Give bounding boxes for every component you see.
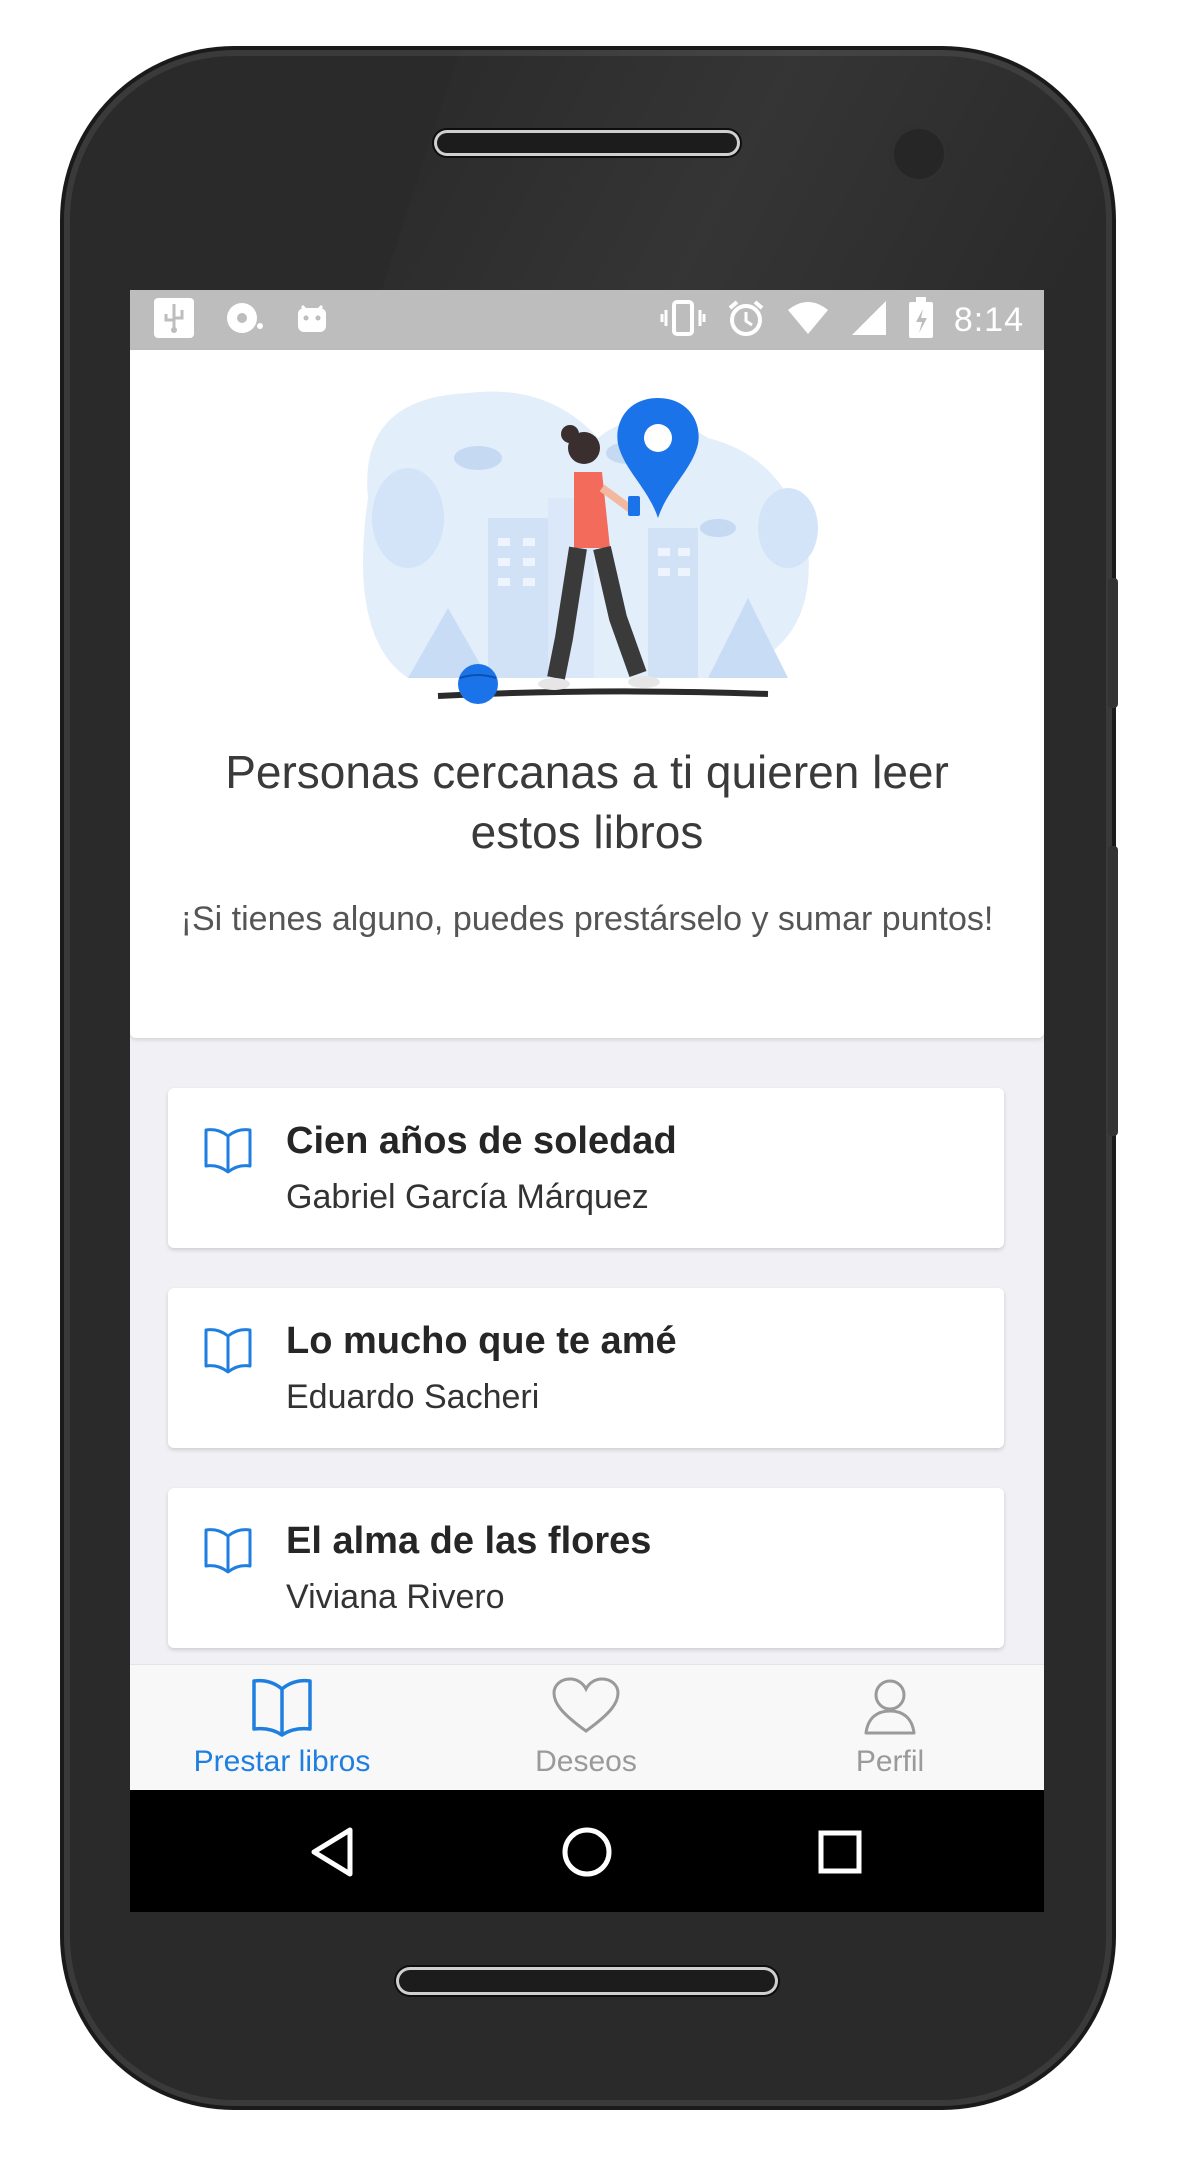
status-time: 8:14 (953, 300, 1024, 339)
status-bar: 8:14 (130, 290, 1044, 350)
android-nav-bar (130, 1790, 1044, 1912)
tab-prestar-libros[interactable]: Prestar libros (132, 1665, 432, 1791)
book-title: El alma de las flores (286, 1520, 652, 1562)
earpiece-speaker (434, 130, 740, 156)
signal-icon (850, 299, 888, 342)
front-camera (890, 125, 948, 183)
tab-perfil[interactable]: Perfil (740, 1665, 1040, 1791)
book-card[interactable]: Lo mucho que te amé Eduardo Sacheri (168, 1288, 1004, 1448)
book-title: Lo mucho que te amé (286, 1320, 677, 1362)
hero-card: Personas cercanas a ti quieren leer esto… (130, 350, 1044, 1038)
tab-label: Deseos (535, 1745, 637, 1778)
book-card[interactable]: Cien años de soledad Gabriel García Márq… (168, 1088, 1004, 1248)
book-list: Cien años de soledad Gabriel García Márq… (168, 1088, 1006, 1688)
volume-button (1108, 846, 1118, 1136)
hero-title: Personas cercanas a ti quieren leer esto… (225, 746, 949, 858)
book-icon (132, 1677, 432, 1737)
book-title: Cien años de soledad (286, 1120, 677, 1162)
recents-button[interactable] (808, 1820, 872, 1884)
hero-illustration (348, 378, 828, 723)
book-author: Viviana Rivero (286, 1578, 505, 1616)
book-card[interactable]: El alma de las flores Viviana Rivero (168, 1488, 1004, 1648)
power-button (1108, 578, 1118, 708)
hero-subtitle: ¡Si tienes alguno, puedes prestárselo y … (180, 900, 994, 938)
battery-charging-icon (908, 296, 934, 344)
alarm-icon (726, 298, 766, 343)
sync-icon (222, 296, 266, 345)
vibrate-icon (660, 298, 706, 343)
open-book-icon (202, 1126, 254, 1179)
person-icon (740, 1677, 1040, 1735)
usb-icon (152, 296, 196, 345)
tab-deseos[interactable]: Deseos (436, 1665, 736, 1791)
android-icon (292, 298, 332, 343)
book-author: Eduardo Sacheri (286, 1378, 540, 1416)
bottom-tab-bar: Prestar libros Deseos Perfil (130, 1664, 1044, 1791)
open-book-icon (202, 1526, 254, 1579)
tab-label: Prestar libros (193, 1745, 371, 1778)
wifi-icon (786, 300, 830, 341)
tab-label: Perfil (855, 1745, 925, 1778)
open-book-icon (202, 1326, 254, 1379)
book-author: Gabriel García Márquez (286, 1178, 649, 1216)
home-button[interactable] (555, 1820, 619, 1884)
heart-icon (436, 1677, 736, 1735)
back-button[interactable] (300, 1820, 364, 1884)
app-screen: 8:14 Personas cercanas a ti quieren leer… (130, 290, 1044, 1912)
bottom-speaker (396, 1967, 778, 1995)
